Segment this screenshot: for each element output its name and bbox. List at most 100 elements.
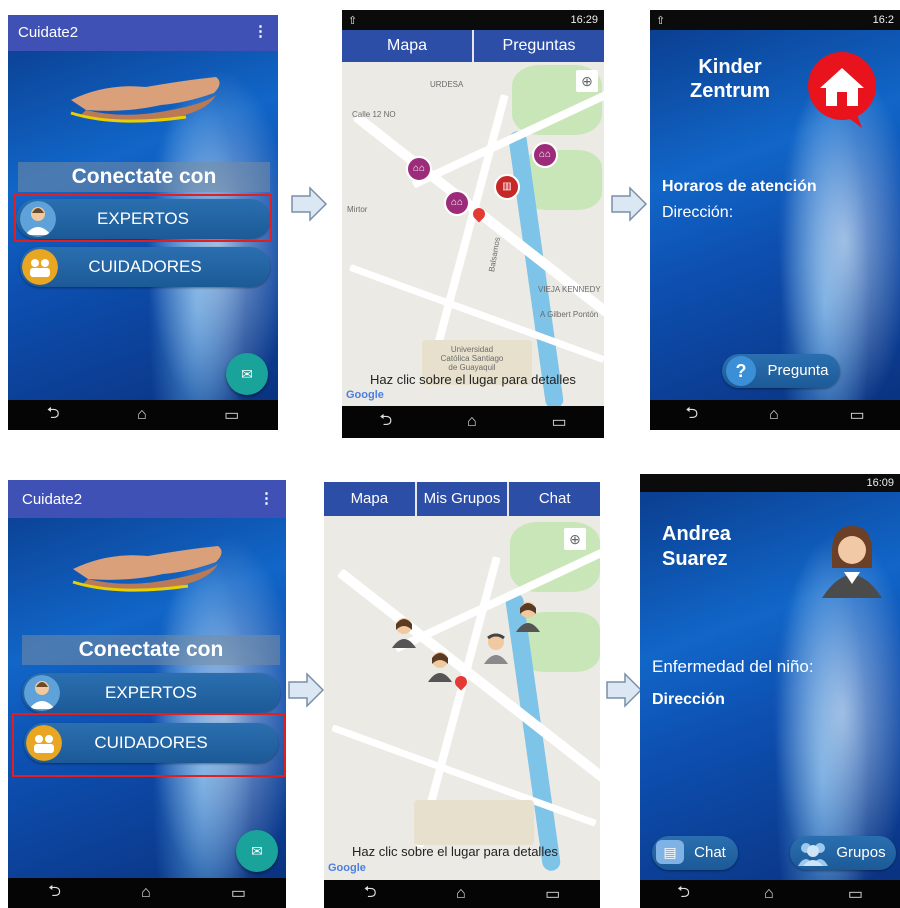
map-label: Universidad Católica Santiago de Guayaqu… — [440, 345, 504, 372]
groups-people-icon — [798, 843, 828, 866]
app-title: Cuidate2 — [18, 24, 79, 41]
caregivers-highlight — [12, 713, 286, 777]
overflow-menu-icon[interactable]: ⋮ — [259, 489, 274, 507]
flow-arrow-icon — [288, 672, 325, 708]
app-bar: Cuidate2 ⋮ — [8, 15, 278, 51]
daycare-marker[interactable]: ⌂⌂ — [444, 190, 470, 216]
doctor-avatar-icon — [24, 675, 60, 711]
profile-avatar-icon — [822, 526, 882, 598]
system-nav-bar: ⮌ ⌂ ▭ — [650, 400, 900, 430]
map-label: Calle 12 NO — [352, 110, 396, 119]
recents-icon[interactable]: ▭ — [545, 884, 560, 904]
tab-preguntas[interactable]: Preguntas — [474, 30, 604, 62]
daycare-marker[interactable]: ⌂⌂ — [532, 142, 558, 168]
system-nav-bar: ⮌ ⌂ ▭ — [640, 880, 900, 908]
illness-label: Enfermedad del niño: — [652, 657, 814, 676]
google-logo: Google — [328, 862, 366, 874]
connect-title: Conectate con — [22, 635, 280, 665]
tab-mis-grupos[interactable]: Mis Grupos — [417, 482, 510, 516]
hours-label: Horaros de atención — [662, 178, 817, 195]
recents-icon[interactable]: ▭ — [224, 405, 239, 425]
profile-name: Andrea Suarez — [662, 523, 731, 570]
map-label: VIEJA KENNEDY — [538, 285, 601, 294]
system-nav-bar: ⮌ ⌂ ▭ — [342, 406, 604, 438]
home-icon[interactable]: ⌂ — [456, 885, 466, 903]
home-icon[interactable]: ⌂ — [137, 406, 147, 424]
caregiver-marker[interactable] — [514, 600, 542, 632]
daycare-marker[interactable]: ⌂⌂ — [406, 156, 432, 182]
question-mark-icon: ? — [726, 356, 756, 386]
status-bar: ⇧ 16:2 — [650, 10, 900, 30]
app-bar: Cuidate2 ⋮ — [8, 480, 286, 518]
hospital-marker[interactable]: ▥ — [494, 174, 520, 200]
experts-label: EXPERTOS — [105, 683, 197, 702]
my-location-button[interactable]: ⊕ — [564, 528, 586, 550]
back-icon[interactable]: ⮌ — [48, 880, 61, 907]
back-icon[interactable]: ⮌ — [677, 881, 690, 908]
caregiver-profile-screen: 16:09 Andrea Suarez Enfermedad del niño:… — [640, 474, 900, 908]
map-label: URDESA — [430, 80, 464, 89]
recents-icon[interactable]: ▭ — [231, 883, 246, 903]
system-nav-bar: ⮌ ⌂ ▭ — [324, 880, 600, 908]
status-time: 16:2 — [872, 14, 894, 26]
status-time: 16:09 — [866, 477, 894, 489]
home-screen-top: Cuidate2 ⋮ Conectate con EXPERTOS CUIDAD… — [8, 15, 278, 430]
experts-button[interactable]: EXPERTOS — [22, 673, 280, 713]
home-icon[interactable]: ⌂ — [769, 406, 779, 424]
recents-icon[interactable]: ▭ — [551, 412, 566, 432]
map-label: A Gilbert Pontón — [540, 310, 599, 319]
tab-bar: Mapa Preguntas — [342, 30, 604, 62]
status-bar: 16:09 — [640, 474, 900, 492]
upload-icon: ⇧ — [348, 14, 358, 27]
caregivers-group-icon — [22, 249, 58, 285]
place-detail-screen: ⇧ 16:2 Kinder Zentrum Horaros de atenció… — [650, 10, 900, 430]
flow-arrow-icon — [606, 672, 643, 708]
chat-bubble-icon: ▤ — [656, 840, 684, 864]
open-hand-icon — [70, 77, 220, 123]
app-title: Cuidate2 — [22, 491, 83, 508]
caregiver-marker[interactable] — [482, 632, 510, 664]
overflow-menu-icon[interactable]: ⋮ — [253, 22, 268, 40]
map-label: Balsamos — [487, 236, 503, 273]
map-hint: Haz clic sobre el lugar para detalles — [352, 844, 558, 859]
my-location-button[interactable]: ⊕ — [576, 70, 598, 92]
open-hand-icon — [72, 546, 222, 592]
recents-icon[interactable]: ▭ — [849, 405, 864, 425]
home-icon[interactable]: ⌂ — [141, 884, 151, 902]
back-icon[interactable]: ⮌ — [685, 402, 698, 429]
address-label: Dirección — [652, 691, 725, 708]
caregiver-marker[interactable] — [390, 616, 418, 648]
place-name: Kinder Zentrum — [690, 56, 770, 102]
system-nav-bar: ⮌ ⌂ ▭ — [8, 400, 278, 430]
back-icon[interactable]: ⮌ — [364, 881, 377, 908]
tab-chat[interactable]: Chat — [509, 482, 600, 516]
back-icon[interactable]: ⮌ — [379, 409, 392, 436]
mail-icon[interactable]: ✉ — [226, 353, 268, 395]
google-logo: Google — [346, 389, 384, 401]
address-label: Dirección: — [662, 204, 734, 221]
map-hint: Haz clic sobre el lugar para detalles — [370, 372, 576, 387]
caregivers-label: CUIDADORES — [88, 257, 202, 276]
recents-icon[interactable]: ▭ — [848, 884, 863, 904]
map-screen-bottom: Mapa Mis Grupos Chat ⊕ Haz clic sobre el… — [324, 482, 600, 908]
flow-arrow-icon — [611, 186, 648, 222]
status-bar: ⇧ 16:29 — [342, 10, 604, 30]
tab-mapa[interactable]: Mapa — [324, 482, 417, 516]
caregiver-marker[interactable] — [426, 650, 454, 682]
mail-icon[interactable]: ✉ — [236, 830, 278, 872]
map-campus — [414, 800, 534, 845]
map-screen-top: ⇧ 16:29 Mapa Preguntas Calle 12 NO URDES… — [342, 10, 604, 438]
home-screen-bottom: Cuidate2 ⋮ Conectate con EXPERTOS CUIDAD… — [8, 480, 286, 908]
system-nav-bar: ⮌ ⌂ ▭ — [8, 878, 286, 908]
upload-icon: ⇧ — [656, 14, 666, 27]
home-icon[interactable]: ⌂ — [467, 413, 477, 431]
map-label: Mirtor — [347, 205, 368, 214]
tab-mapa[interactable]: Mapa — [342, 30, 474, 62]
tab-bar: Mapa Mis Grupos Chat — [324, 482, 600, 516]
connect-title: Conectate con — [18, 162, 270, 192]
status-time: 16:29 — [570, 14, 598, 26]
flow-arrow-icon — [291, 186, 328, 222]
home-icon[interactable]: ⌂ — [764, 885, 774, 903]
back-icon[interactable]: ⮌ — [47, 402, 60, 429]
home-icon[interactable] — [806, 50, 878, 130]
